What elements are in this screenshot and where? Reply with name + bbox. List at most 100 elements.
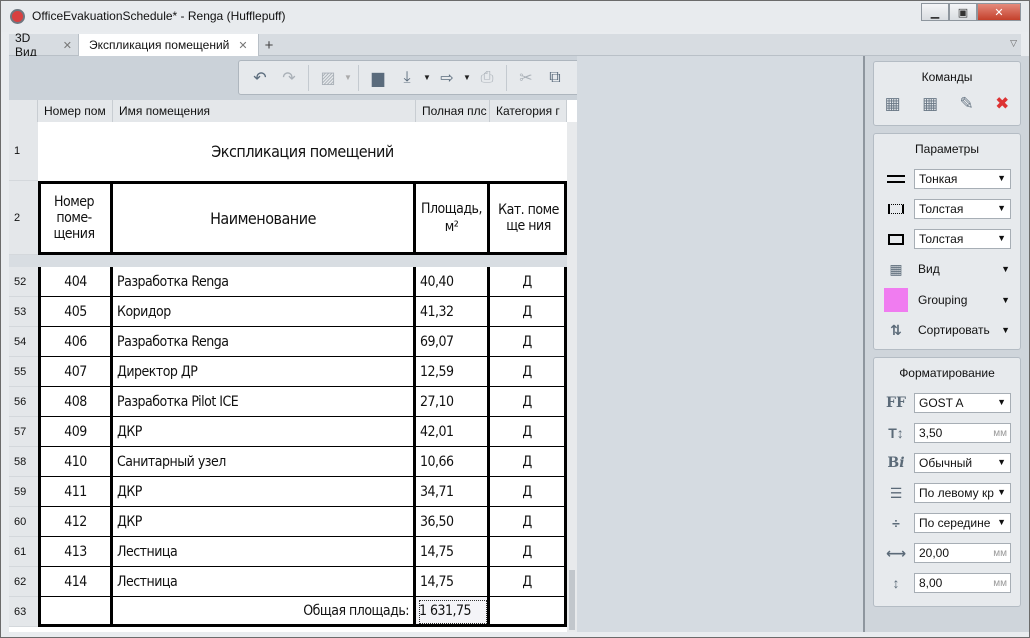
import-icon[interactable]: ⤓ (394, 65, 420, 91)
tab-room-schedule[interactable]: Экспликация помещений ✕ (79, 34, 259, 56)
vertical-align-select[interactable]: По середине ▼ (914, 513, 1011, 533)
grouping-dropdown[interactable]: Grouping ▼ (884, 288, 1012, 312)
table-cell-cat[interactable]: Д (490, 507, 567, 537)
table-cell-cat[interactable]: Д (490, 417, 567, 447)
table-cell-area[interactable]: 34,71 (416, 477, 490, 507)
table-cell-cat[interactable]: Д (490, 537, 567, 567)
table-cell-area[interactable]: 14,75 (416, 537, 490, 567)
minimize-button[interactable]: ▁ (921, 3, 949, 21)
table-cell-area[interactable]: 10,66 (416, 447, 490, 477)
header-category[interactable]: Кат. поме ще ния (490, 181, 567, 255)
row-number[interactable]: 53 (9, 297, 38, 327)
table-cell-cat[interactable]: Д (490, 387, 567, 417)
row-number[interactable]: 61 (9, 537, 38, 567)
table-cell-name[interactable]: Лестница (113, 537, 416, 567)
row-number[interactable]: 52 (9, 267, 38, 297)
table-cell-name[interactable]: Санитарный узел (113, 447, 416, 477)
redo-icon[interactable]: ↷ (276, 65, 302, 91)
table-cell-area[interactable]: 42,01 (416, 417, 490, 447)
column-header-room-name[interactable]: Имя помещения (113, 100, 416, 122)
add-tab-button[interactable]: + (259, 34, 279, 56)
table-cell-room[interactable]: 411 (38, 477, 113, 507)
row-number[interactable]: 56 (9, 387, 38, 417)
table-cell-area[interactable]: 27,10 (416, 387, 490, 417)
table-cell-area[interactable]: 69,07 (416, 327, 490, 357)
column-width-input[interactable]: 20,00 мм (914, 543, 1011, 563)
total-area-value[interactable]: 1 631,75 (416, 597, 490, 627)
border-select[interactable]: Толстая ▼ (914, 229, 1011, 249)
table-cell-cat[interactable]: Д (490, 477, 567, 507)
table-cell-area[interactable]: 41,32 (416, 297, 490, 327)
row-number[interactable]: 54 (9, 327, 38, 357)
tab-3d-view[interactable]: 3D Вид ✕ (9, 31, 79, 59)
chevron-down-icon[interactable]: ▼ (344, 73, 352, 82)
row-number[interactable]: 2 (9, 181, 38, 255)
maximize-button[interactable]: ▣ (949, 3, 977, 21)
row-number[interactable]: 60 (9, 507, 38, 537)
export-icon[interactable]: ⇨ (434, 65, 460, 91)
row-number[interactable]: 57 (9, 417, 38, 447)
table-cell-name[interactable]: Директор ДР (113, 357, 416, 387)
table-cell-room[interactable]: 405 (38, 297, 113, 327)
chevron-down-icon[interactable]: ▼ (423, 73, 431, 82)
tab-list-chevron-icon[interactable]: ▽ (1010, 38, 1017, 49)
total-label[interactable]: Общая площадь: (113, 597, 416, 627)
row-number[interactable]: 55 (9, 357, 38, 387)
table-cell-room[interactable]: 410 (38, 447, 113, 477)
table-cell-name[interactable]: Разработка Renga (113, 327, 416, 357)
scrollbar-thumb[interactable] (569, 570, 575, 630)
table-cell-area[interactable]: 40,40 (416, 267, 490, 297)
table-cell-area[interactable]: 14,75 (416, 567, 490, 597)
table-cell-name[interactable]: Разработка Pilot ICE (113, 387, 416, 417)
table-cell-cat[interactable]: Д (490, 357, 567, 387)
font-size-input[interactable]: 3,50 мм (914, 423, 1011, 443)
schedule-title[interactable]: Экспликация помещений (38, 122, 567, 181)
table-cell-room[interactable]: 412 (38, 507, 113, 537)
row-number[interactable]: 62 (9, 567, 38, 597)
insert-rows-above-icon[interactable]: ▦ (885, 94, 901, 114)
table-cell-name[interactable]: ДКР (113, 477, 416, 507)
row-number[interactable]: 59 (9, 477, 38, 507)
table-cell-cat[interactable]: Д (490, 567, 567, 597)
table-cell-area[interactable]: 36,50 (416, 507, 490, 537)
table-cell-empty[interactable] (38, 597, 113, 627)
outer-lines-select[interactable]: Толстая ▼ (914, 199, 1011, 219)
close-button[interactable]: ✕ (977, 3, 1021, 21)
delete-row-icon[interactable]: ✖ (995, 94, 1009, 114)
3d-view-icon[interactable]: ▨ (315, 65, 341, 91)
table-cell-empty[interactable] (490, 597, 567, 627)
column-header-category[interactable]: Категория г (490, 100, 567, 122)
row-number[interactable]: 58 (9, 447, 38, 477)
copy-icon[interactable]: ⧉ (542, 65, 568, 91)
table-cell-name[interactable]: Коридор (113, 297, 416, 327)
table-cell-room[interactable]: 407 (38, 357, 113, 387)
header-room-number[interactable]: Номер поме-щения (38, 181, 113, 255)
sort-dropdown[interactable]: ⇅ Сортировать ▼ (884, 320, 1012, 340)
close-tab-icon[interactable]: ✕ (238, 39, 247, 52)
undo-icon[interactable]: ↶ (247, 65, 273, 91)
open-folder-icon[interactable]: ▆ (365, 65, 391, 91)
close-tab-icon[interactable]: ✕ (63, 39, 72, 52)
table-cell-name[interactable]: Лестница (113, 567, 416, 597)
row-number[interactable]: 1 (9, 122, 38, 181)
vertical-scrollbar[interactable] (567, 122, 577, 632)
table-cell-room[interactable]: 406 (38, 327, 113, 357)
table-cell-room[interactable]: 409 (38, 417, 113, 447)
edit-row-icon[interactable]: ✎ (959, 94, 973, 114)
font-style-select[interactable]: Обычный ▼ (914, 453, 1011, 473)
table-cell-room[interactable]: 404 (38, 267, 113, 297)
table-cell-cat[interactable]: Д (490, 447, 567, 477)
table-cell-cat[interactable]: Д (490, 267, 567, 297)
header-area[interactable]: Площадь, м² (416, 181, 490, 255)
chevron-down-icon[interactable]: ▼ (463, 73, 471, 82)
table-cell-name[interactable]: ДКР (113, 417, 416, 447)
table-cell-cat[interactable]: Д (490, 327, 567, 357)
column-header-area[interactable]: Полная плс (416, 100, 490, 122)
horizontal-align-select[interactable]: По левому кр ▼ (914, 483, 1011, 503)
table-cell-cat[interactable]: Д (490, 297, 567, 327)
view-dropdown[interactable]: ▦ Вид ▼ (884, 259, 1012, 279)
inner-lines-select[interactable]: Тонкая ▼ (914, 169, 1011, 189)
print-icon[interactable]: ⎙ (474, 65, 500, 91)
table-cell-room[interactable]: 414 (38, 567, 113, 597)
table-cell-name[interactable]: ДКР (113, 507, 416, 537)
